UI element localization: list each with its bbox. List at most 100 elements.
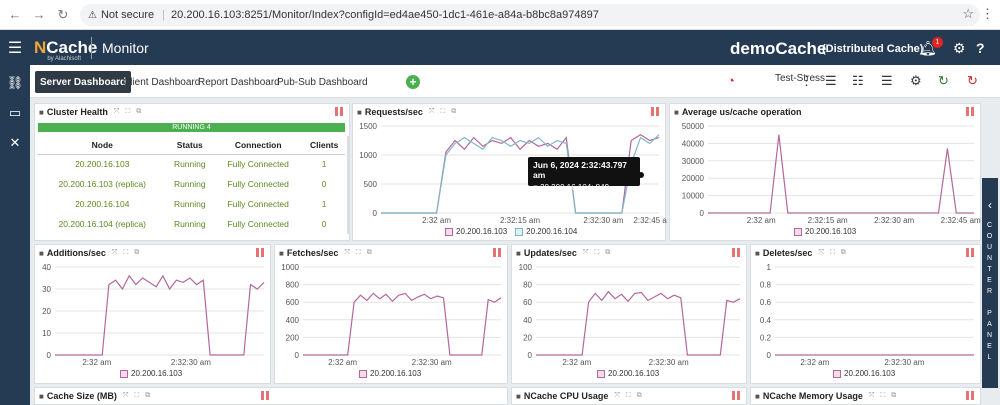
pause-icon[interactable]	[493, 248, 501, 257]
pause-icon[interactable]	[732, 248, 740, 257]
pause-icon[interactable]	[261, 391, 269, 400]
browser-menu-icon[interactable]: ⋮	[981, 6, 994, 22]
panel-controls-icon[interactable]: ⤧ ⛶ ⧉	[818, 249, 847, 257]
topology-icon[interactable]: ⛓	[0, 75, 30, 91]
reload-icon[interactable]: ↻	[54, 6, 72, 24]
grid-view-icon[interactable]: ☰	[825, 73, 837, 89]
table-view-icon[interactable]: ☷	[852, 73, 864, 89]
pause-icon[interactable]	[966, 248, 974, 257]
counter-panel-tab[interactable]: ‹ COUNTERPANEL	[982, 178, 998, 388]
connection-cell: Fully Connected	[227, 159, 289, 170]
col-connection: Connection	[213, 136, 304, 155]
cache-name: demoCache	[730, 39, 827, 58]
address-bar[interactable]: ⚠ Not secure | 20.200.16.103:8251/Monito…	[80, 4, 980, 26]
legend-swatch	[445, 227, 453, 236]
x-tick-label: 2:32:30 am	[649, 358, 689, 367]
security-label: Not secure	[100, 9, 155, 21]
x-tick-label: 2:32 am	[422, 216, 451, 225]
col-status: Status	[166, 136, 214, 155]
y-tick-label: 0	[373, 209, 378, 218]
y-tick-label: 0.2	[760, 333, 772, 342]
legend-swatch	[359, 369, 367, 378]
tools-icon[interactable]: ✕	[0, 135, 30, 151]
panel-grip-icon[interactable]: ■	[516, 392, 521, 401]
header-divider	[91, 36, 92, 59]
pause-icon[interactable]	[966, 107, 974, 116]
panel-grip-icon[interactable]: ■	[39, 249, 44, 258]
tooltip-value-text: 20.200.16.104: 849	[540, 183, 610, 192]
refresh-icon[interactable]: ↻	[938, 73, 949, 89]
table-row: 20.200.16.104 Running Fully Connected 1	[38, 194, 345, 214]
settings-gears-icon[interactable]: ⚙	[953, 40, 966, 57]
panel-grip-icon[interactable]: ■	[39, 392, 44, 401]
legend-label: 20.200.16.103	[456, 227, 508, 236]
clients-cell: 1	[321, 159, 327, 170]
pause-icon[interactable]	[966, 391, 974, 400]
warning-icon: ⚠	[88, 9, 97, 21]
panel-grip-icon[interactable]: ■	[755, 392, 760, 401]
panel-controls-icon[interactable]: ⤧ ⛶ ⧉	[614, 392, 643, 400]
help-icon[interactable]: ?	[976, 40, 985, 56]
x-tick-label: 2:32 am	[562, 358, 591, 367]
forward-icon[interactable]: →	[30, 6, 48, 24]
pause-icon[interactable]	[651, 107, 659, 116]
panel-controls-icon[interactable]: ⤧ ⛶ ⧉	[583, 249, 612, 257]
legend-label: 20.200.16.103	[131, 369, 183, 378]
x-tick-label: 2:32:30 am	[583, 216, 623, 225]
x-tick-label: 2:32:30 am	[412, 358, 452, 367]
panel-controls-icon[interactable]: ⤧ ⛶ ⧉	[344, 249, 373, 257]
x-tick-label: 2:32:45 am	[633, 216, 667, 225]
settings-icon[interactable]: ⚙	[910, 73, 922, 89]
bookmark-star-icon[interactable]: ☆	[962, 6, 974, 22]
panel-grip-icon[interactable]: ■	[357, 108, 362, 117]
panel-controls-icon[interactable]: ⤧ ⛶ ⧉	[114, 108, 143, 116]
tab-report-dashboard[interactable]: Report Dashboard	[193, 71, 285, 93]
list-view-icon[interactable]: ⋮	[800, 73, 813, 89]
additions-chart: 0 10 20 30 40 2:32 am 2:32:30 am	[42, 263, 265, 367]
panel-controls-icon[interactable]: ⤧ ⛶ ⧉	[123, 392, 152, 400]
chart-legend: 20.200.16.103	[597, 369, 659, 378]
panel-header: ■ Additions/sec ⤧ ⛶ ⧉	[35, 245, 270, 261]
tooltip-value: ■ 20.200.16.104: 849	[533, 183, 610, 192]
panel-grip-icon[interactable]: ■	[39, 108, 44, 117]
test-stress-gauge-icon[interactable]: ◔	[727, 73, 735, 88]
panel-grip-icon[interactable]: ■	[755, 249, 760, 258]
panel-controls-icon[interactable]: ⤧ ⛶ ⧉	[429, 108, 458, 116]
panel-grip-icon[interactable]: ■	[674, 108, 679, 117]
table-scrollbar[interactable]	[347, 136, 350, 234]
monitor-icon[interactable]: ▭	[0, 105, 30, 121]
node-cell: 20.200.16.104 (replica)	[58, 219, 146, 229]
panel-grip-icon[interactable]: ■	[516, 249, 521, 258]
tab-pubsub-dashboard[interactable]: Pub-Sub Dashboard	[272, 71, 373, 93]
hamburger-menu-icon[interactable]: ☰	[0, 38, 30, 58]
ncache-logo: NCache by Alachisoft	[34, 34, 97, 62]
y-tick-label: 600	[286, 298, 300, 307]
panel-title: NCache Memory Usage	[762, 391, 863, 401]
y-tick-label: 100	[519, 263, 533, 272]
panel-grip-icon[interactable]: ■	[279, 249, 284, 258]
x-tick-label: 2:32 am	[800, 358, 829, 367]
cluster-health-panel: ■ Cluster Health ⤧ ⛶ ⧉ RUNNING 4 Node St…	[34, 103, 350, 241]
pause-icon[interactable]	[256, 248, 264, 257]
series-line-1	[708, 134, 974, 214]
url-text: 20.200.16.103:8251/Monitor/Index?configI…	[171, 9, 599, 21]
chart-legend: 20.200.16.103	[359, 369, 421, 378]
back-icon[interactable]: ←	[6, 6, 24, 24]
status-cell: Running	[173, 179, 206, 189]
y-tick-label: 60	[523, 298, 532, 307]
reset-icon[interactable]: ↻	[967, 73, 978, 89]
x-tick-label: 2:32 am	[328, 358, 357, 367]
pause-icon[interactable]	[732, 391, 740, 400]
tab-server-dashboard[interactable]: Server Dashboard	[35, 71, 132, 93]
y-tick-label: 1	[767, 263, 772, 272]
y-tick-label: 1500	[359, 122, 377, 131]
notification-badge: 1	[932, 37, 943, 48]
add-dashboard-button[interactable]: +	[406, 75, 420, 89]
counters-list-icon[interactable]: ☰	[881, 73, 893, 89]
series-line-1	[536, 290, 741, 356]
panel-controls-icon[interactable]: ⤧ ⛶ ⧉	[869, 392, 898, 400]
pause-icon[interactable]	[335, 107, 343, 116]
panel-controls-icon[interactable]: ⤧ ⛶ ⧉	[112, 249, 141, 257]
panel-header: ■ NCache CPU Usage ⤧ ⛶ ⧉	[512, 388, 746, 404]
panel-header: ■ Updates/sec ⤧ ⛶ ⧉	[512, 245, 746, 261]
